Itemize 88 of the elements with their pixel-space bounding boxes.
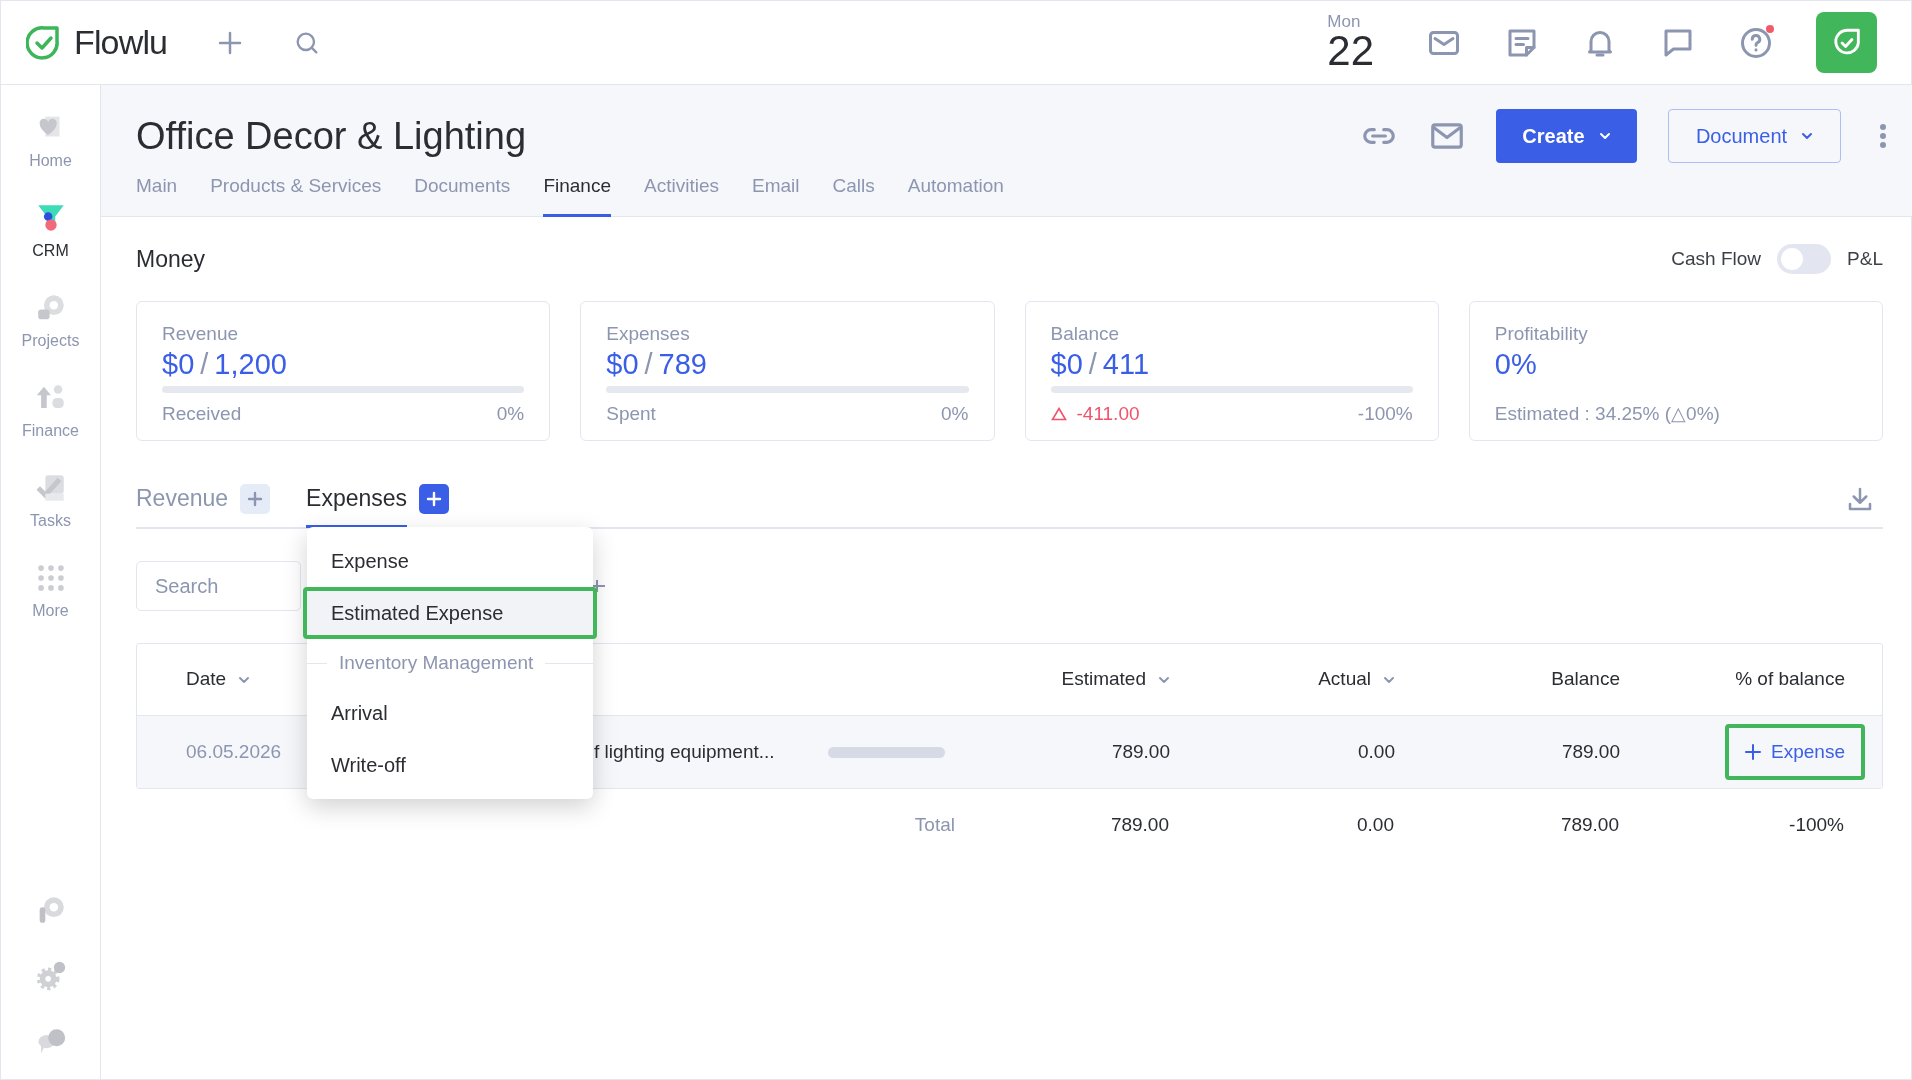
kebab-menu-icon xyxy=(1879,123,1887,149)
chevron-icon xyxy=(1801,132,1814,140)
amount-cell-text: 0.00 xyxy=(1357,739,1396,764)
search-field[interactable]: Search xyxy=(136,561,301,611)
section-title: Money xyxy=(136,244,206,274)
help-button[interactable] xyxy=(1738,24,1774,61)
card-total: 1,200 xyxy=(214,347,287,382)
menu-item[interactable]: Expense xyxy=(303,535,597,587)
logo-text: Flowlu xyxy=(74,22,168,63)
total-cell-text: 789.00 xyxy=(1559,812,1620,837)
sidebar-item[interactable]: Projects xyxy=(5,285,96,375)
column-header[interactable]: Estimated xyxy=(1061,665,1170,694)
column-header: Balance xyxy=(1551,667,1620,692)
card-footer: Estimated : 34.25% (△0%) xyxy=(1494,400,1857,429)
page-title: Office Decor & Lighting xyxy=(136,117,527,155)
card-percent: -100% xyxy=(1357,402,1413,426)
tab[interactable]: Email xyxy=(751,171,800,217)
day-number: 22 xyxy=(1327,30,1374,72)
amount-cell-text: 789.00 xyxy=(1110,739,1171,764)
sidebar-label: Projects xyxy=(21,331,80,351)
card-label: Revenue xyxy=(162,322,240,346)
slash-text: / xyxy=(200,347,209,382)
menu-section-label: Inventory Management xyxy=(339,650,534,675)
ledger-tab[interactable]: Revenue xyxy=(136,472,229,528)
weekday-text: Mon xyxy=(1327,13,1362,30)
sidebar-label: Home xyxy=(29,151,72,171)
tab[interactable]: Finance xyxy=(543,171,611,217)
date-cell-text: 06.05.2026 xyxy=(185,739,283,764)
menu-item[interactable]: Arrival xyxy=(303,687,597,739)
logo-icon xyxy=(26,24,62,61)
card-label: Expenses xyxy=(606,322,691,346)
slash-text: / xyxy=(644,347,653,382)
add-button[interactable] xyxy=(240,484,271,514)
card-label: Balance xyxy=(1050,322,1121,346)
menu-item[interactable]: Estimated Expense xyxy=(303,587,597,639)
sidebar-label: CRM xyxy=(32,241,69,261)
card-amount: 0% xyxy=(1494,347,1538,382)
total-label: Total xyxy=(913,812,956,837)
chevron-icon xyxy=(1158,675,1170,684)
sidebar-item[interactable]: More xyxy=(5,555,96,645)
card-amount: $0 xyxy=(1050,347,1083,382)
slash-text: / xyxy=(1088,347,1097,382)
sidebar-label: Tasks xyxy=(30,511,71,531)
column-header: % of balance xyxy=(1735,667,1845,692)
card-footer: Received xyxy=(162,400,242,429)
tab[interactable]: Calls xyxy=(832,171,875,217)
card-footer: Spent xyxy=(606,400,656,429)
tab[interactable]: Products & Services xyxy=(210,171,382,217)
balance-delta: -411.00 xyxy=(1076,402,1140,426)
card-amount: $0 xyxy=(162,347,195,382)
sidebar-item[interactable]: Tasks xyxy=(5,465,96,555)
chevron-icon xyxy=(1383,675,1395,684)
toggle-label: P&L xyxy=(1847,246,1883,271)
sidebar-item[interactable]: CRM xyxy=(5,195,96,285)
sidebar-label: Finance xyxy=(22,421,79,441)
chevron-icon xyxy=(1598,132,1611,140)
more-menu-button[interactable] xyxy=(1879,123,1887,149)
column-header[interactable]: Date xyxy=(186,665,302,694)
plus-icon xyxy=(426,491,443,507)
sidebar-item[interactable]: Finance xyxy=(5,375,96,465)
card-percent: 0% xyxy=(496,402,525,426)
column-header[interactable]: Actual xyxy=(1318,665,1395,694)
card-total: 789 xyxy=(658,347,707,382)
toggle-switch[interactable] xyxy=(1777,244,1832,274)
tab[interactable]: Main xyxy=(136,171,178,217)
tab[interactable]: Automation xyxy=(907,171,1004,217)
sidebar-label: More xyxy=(32,601,69,621)
warning-triangle-icon xyxy=(1050,407,1067,422)
add-expense-button[interactable]: Expense xyxy=(1725,724,1865,780)
create-button[interactable]: Create xyxy=(1496,109,1637,163)
plus-icon xyxy=(247,491,264,507)
card-amount: $0 xyxy=(606,347,639,382)
toggle-label: Cash Flow xyxy=(1671,246,1762,271)
total-cell-text: 0.00 xyxy=(1356,812,1395,837)
sidebar-item[interactable]: Home xyxy=(5,105,96,195)
card-percent: 0% xyxy=(941,402,969,426)
tab[interactable]: Activities xyxy=(644,171,719,217)
app-button[interactable] xyxy=(1816,12,1877,73)
amount-cell-text: 789.00 xyxy=(1560,739,1621,764)
plus-icon xyxy=(1745,744,1762,760)
tab[interactable]: Documents xyxy=(414,171,511,217)
card-label: Profitability xyxy=(1494,322,1589,346)
total-cell-text: 789.00 xyxy=(1109,812,1170,837)
chevron-icon xyxy=(238,675,251,684)
document-button[interactable]: Document xyxy=(1668,109,1841,163)
total-cell-text: -100% xyxy=(1788,812,1845,837)
card-total: 411 xyxy=(1102,347,1150,382)
add-button[interactable] xyxy=(419,484,450,514)
